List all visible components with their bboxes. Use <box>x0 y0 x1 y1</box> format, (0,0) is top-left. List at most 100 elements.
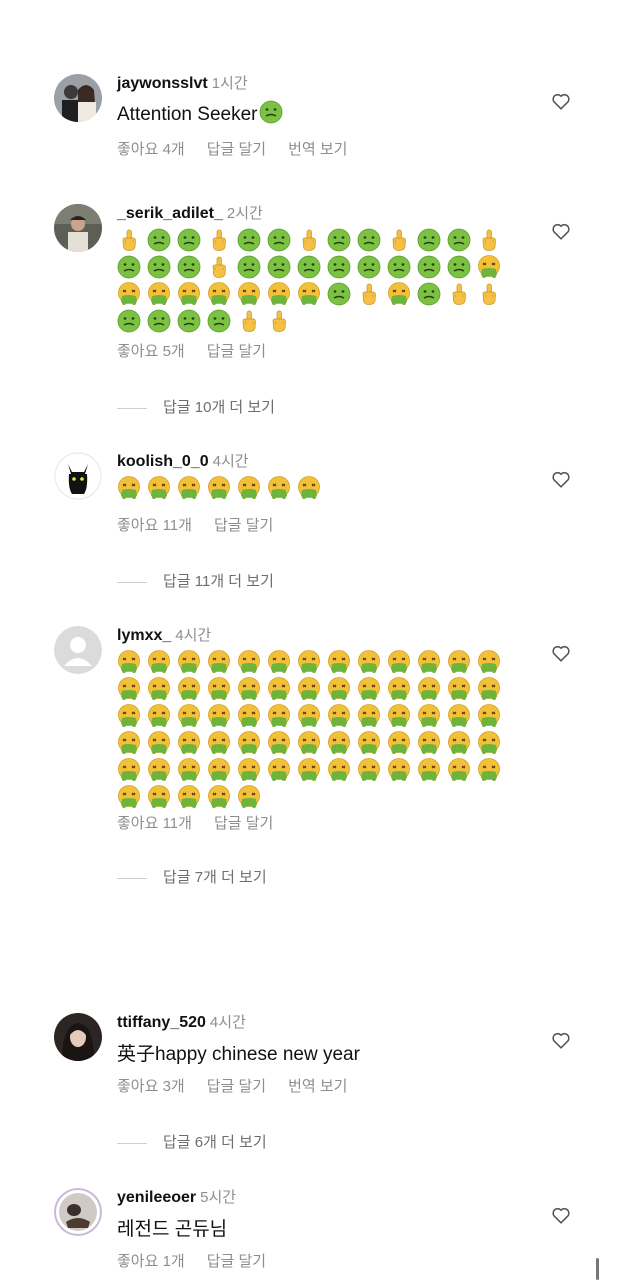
nauseated-face-icon <box>177 255 201 279</box>
like-heart-icon[interactable] <box>550 468 572 490</box>
avatar[interactable] <box>54 204 102 252</box>
comment-meta: koolish_0_0 4시간 <box>117 450 249 471</box>
vomiting-face-icon <box>117 282 141 306</box>
comment-meta: jaywonsslvt 1시간 <box>117 72 248 93</box>
likes-count[interactable]: 좋아요 1개 <box>117 1253 185 1270</box>
reply-button[interactable]: 답글 달기 <box>207 1253 266 1270</box>
nauseated-face-icon <box>417 282 441 306</box>
vomiting-face-icon <box>147 731 171 755</box>
username[interactable]: yenileeoer <box>117 1189 196 1206</box>
comment-actions: 좋아요 1개 답글 달기 <box>117 1250 288 1271</box>
likes-count[interactable]: 좋아요 3개 <box>117 1078 185 1095</box>
like-heart-icon[interactable] <box>550 1029 572 1051</box>
nauseated-face-icon <box>357 255 381 279</box>
vomiting-face-icon <box>327 677 351 701</box>
avatar[interactable] <box>54 1013 102 1061</box>
middle-finger-icon <box>207 255 231 279</box>
likes-count[interactable]: 좋아요 11개 <box>117 815 192 832</box>
vomiting-face-icon <box>237 758 261 782</box>
comment-actions: 좋아요 4개 답글 달기 번역 보기 <box>117 138 369 159</box>
vomiting-face-icon <box>237 785 261 809</box>
middle-finger-icon <box>207 228 231 252</box>
nauseated-face-icon <box>447 228 471 252</box>
reply-button[interactable]: 답글 달기 <box>207 1078 266 1095</box>
view-replies-link[interactable]: 답글 10개 더 보기 <box>117 396 275 417</box>
reply-button[interactable]: 답글 달기 <box>214 815 273 832</box>
nauseated-face-icon <box>177 309 201 333</box>
vomiting-face-icon <box>327 758 351 782</box>
likes-count[interactable]: 좋아요 4개 <box>117 141 185 158</box>
username[interactable]: koolish_0_0 <box>117 453 209 470</box>
emoji-row <box>117 309 507 336</box>
reply-button[interactable]: 답글 달기 <box>207 343 266 360</box>
view-replies-link[interactable]: 답글 7개 더 보기 <box>117 866 267 887</box>
username[interactable]: jaywonsslvt <box>117 75 208 92</box>
vomiting-face-icon <box>147 677 171 701</box>
vomiting-face-icon <box>117 785 141 809</box>
vomiting-face-icon <box>297 758 321 782</box>
vomiting-face-icon <box>447 758 471 782</box>
translate-button[interactable]: 번역 보기 <box>288 141 347 158</box>
divider-line <box>117 1142 147 1144</box>
nauseated-face-icon <box>327 228 351 252</box>
comment-meta: yenileeoer 5시간 <box>117 1186 236 1207</box>
likes-count[interactable]: 좋아요 11개 <box>117 517 192 534</box>
comment-actions: 좋아요 11개 답글 달기 <box>117 812 295 833</box>
nauseated-face-icon <box>177 228 201 252</box>
vomiting-face-icon <box>477 758 501 782</box>
vomiting-face-icon <box>447 650 471 674</box>
vomiting-face-icon <box>447 704 471 728</box>
avatar[interactable] <box>54 1188 102 1236</box>
avatar[interactable] <box>54 626 102 674</box>
avatar[interactable] <box>54 452 102 500</box>
view-replies-link[interactable]: 답글 11개 더 보기 <box>117 570 274 591</box>
nauseated-face-icon <box>117 255 141 279</box>
vomiting-face-icon <box>327 731 351 755</box>
username[interactable]: ttiffany_520 <box>117 1014 206 1031</box>
reply-button[interactable]: 답글 달기 <box>214 517 273 534</box>
vomiting-face-icon <box>477 704 501 728</box>
username[interactable]: lymxx_ <box>117 627 171 644</box>
translate-button[interactable]: 번역 보기 <box>288 1078 347 1095</box>
view-replies-label: 답글 10개 더 보기 <box>163 399 275 416</box>
timestamp: 4시간 <box>209 1014 246 1031</box>
vomiting-face-icon <box>207 650 231 674</box>
like-heart-icon[interactable] <box>550 642 572 664</box>
avatar[interactable] <box>54 74 102 122</box>
nauseated-face-icon <box>297 255 321 279</box>
vomiting-face-icon <box>417 650 441 674</box>
vomiting-face-icon <box>267 650 291 674</box>
reply-button[interactable]: 답글 달기 <box>207 141 266 158</box>
divider-line <box>117 877 147 879</box>
vomiting-face-icon <box>147 758 171 782</box>
like-heart-icon[interactable] <box>550 220 572 242</box>
emoji-row <box>117 758 507 785</box>
view-replies-label: 답글 7개 더 보기 <box>163 869 267 886</box>
vomiting-face-icon <box>207 785 231 809</box>
nauseated-face-icon <box>417 255 441 279</box>
vomiting-face-icon <box>177 785 201 809</box>
vomiting-face-icon <box>357 704 381 728</box>
nauseated-face-icon <box>237 255 261 279</box>
vomiting-face-icon <box>267 704 291 728</box>
vomiting-face-icon <box>387 731 411 755</box>
scrollbar[interactable] <box>596 1258 599 1280</box>
vomiting-face-icon <box>357 650 381 674</box>
emoji-grid <box>117 476 327 503</box>
view-replies-link[interactable]: 답글 6개 더 보기 <box>117 1131 267 1152</box>
vomiting-face-icon <box>267 282 291 306</box>
vomiting-face-icon <box>297 731 321 755</box>
vomiting-face-icon <box>387 758 411 782</box>
vomiting-face-icon <box>387 282 411 306</box>
username[interactable]: _serik_adilet_ <box>117 205 223 222</box>
like-heart-icon[interactable] <box>550 90 572 112</box>
like-heart-icon[interactable] <box>550 1204 572 1226</box>
likes-count[interactable]: 좋아요 5개 <box>117 343 185 360</box>
vomiting-face-icon <box>207 704 231 728</box>
vomiting-face-icon <box>297 704 321 728</box>
vomiting-face-icon <box>477 255 501 279</box>
middle-finger-icon <box>477 228 501 252</box>
nauseated-face-icon <box>267 228 291 252</box>
vomiting-face-icon <box>447 677 471 701</box>
comment-actions: 좋아요 3개 답글 달기 번역 보기 <box>117 1075 369 1096</box>
